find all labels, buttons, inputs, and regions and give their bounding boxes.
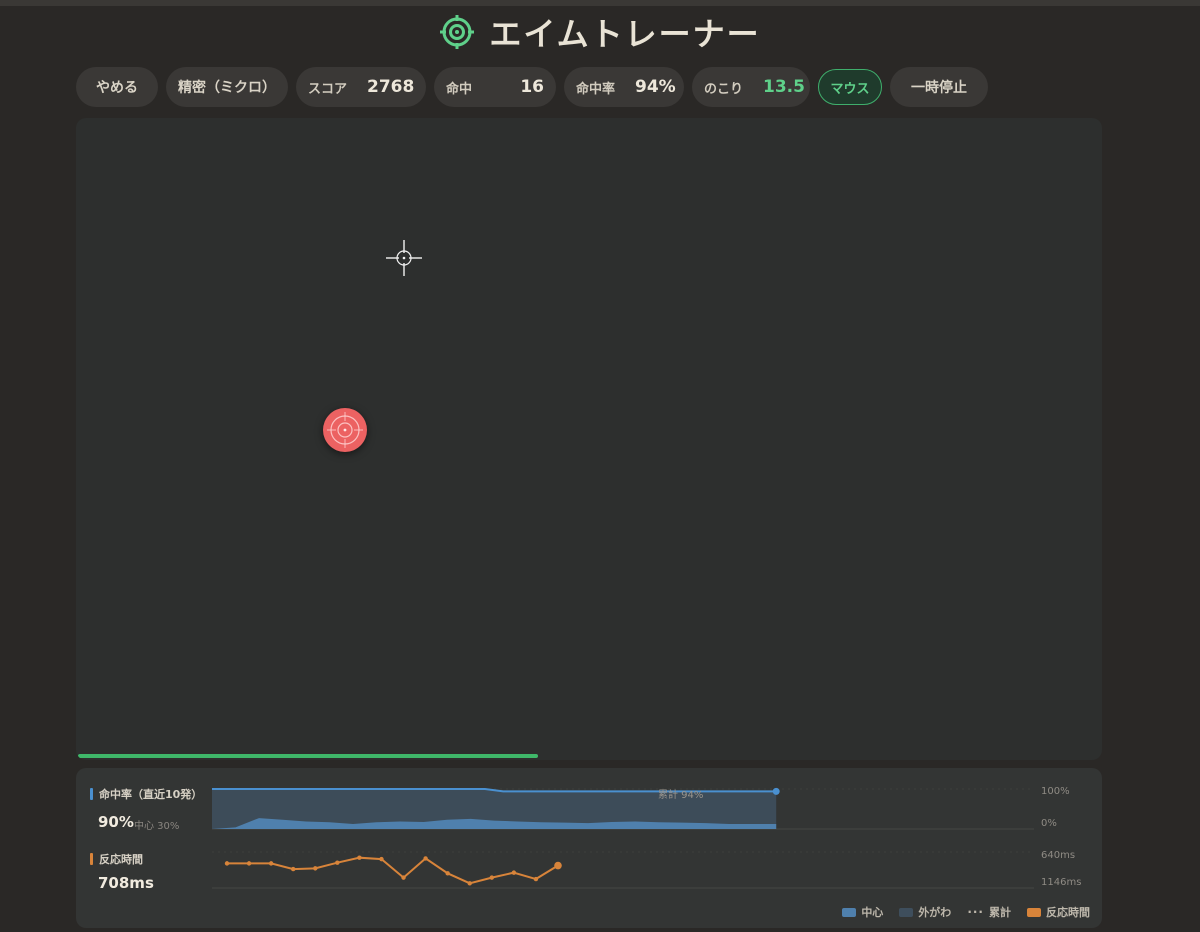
reaction-time-point xyxy=(357,855,362,860)
legend-reaction-swatch xyxy=(1027,907,1041,917)
reaction-time-point xyxy=(554,861,562,870)
crosshair-icon xyxy=(386,240,422,276)
round-progress-bar xyxy=(76,754,1102,758)
accuracy-axis-bottom: 0% xyxy=(1041,818,1057,829)
hits-display: 命中 16 xyxy=(434,67,556,107)
window-top-edge xyxy=(0,0,1200,6)
recent-reaction-value: 708ms xyxy=(98,874,154,892)
reaction-time-point xyxy=(489,875,494,880)
legend-outer-swatch xyxy=(899,907,914,917)
reaction-time-point xyxy=(423,856,428,861)
reaction-time-point xyxy=(533,876,539,882)
legend-center-swatch xyxy=(842,907,857,917)
legend-center-label: 中心 xyxy=(861,906,884,919)
accuracy-chart-label: 命中率（直近10発） xyxy=(99,788,203,801)
reaction-time-point xyxy=(246,861,252,866)
center-hit-rate: 中心 30% xyxy=(134,821,180,832)
time-remaining-label: のこり xyxy=(704,81,744,97)
legend-cumulative-label: 累計 xyxy=(989,906,1011,919)
legend-outer-label: 外がわ xyxy=(918,906,952,919)
legend-outer: 外がわ xyxy=(899,904,951,920)
reaction-axis-top: 640ms xyxy=(1041,850,1076,861)
toolbar: やめる 精密（ミクロ） スコア 2768 命中 16 命中率 94% のこり 1… xyxy=(76,67,988,107)
cumulative-accuracy-endpoint xyxy=(772,787,780,795)
input-mode-toggle[interactable]: マウス xyxy=(818,69,882,105)
hits-value: 16 xyxy=(520,77,544,97)
accuracy-value: 94% xyxy=(635,77,676,97)
legend-cumulative-swatch: ··· xyxy=(967,905,984,919)
stats-panel: 命中率（直近10発） 90% 中心 30% 反応時間 708ms 累計 94% … xyxy=(76,768,1102,928)
round-progress-fill xyxy=(78,754,538,758)
chart-legend: 中心 外がわ ··· 累計 反応時間 xyxy=(842,904,1090,920)
app-header: エイムトレーナー xyxy=(0,10,1200,54)
cumulative-accuracy-label: 累計 94% xyxy=(658,790,704,801)
reaction-time-point xyxy=(511,870,517,875)
pause-button[interactable]: 一時停止 xyxy=(890,67,988,107)
legend-cumulative: ··· 累計 xyxy=(967,904,1011,920)
mode-selector[interactable]: 精密（ミクロ） xyxy=(166,67,288,107)
reaction-time-point xyxy=(268,861,274,866)
reaction-time-point xyxy=(291,866,296,872)
page-title: エイムトレーナー xyxy=(489,15,761,53)
score-label: スコア xyxy=(308,81,348,97)
accuracy-color-marker xyxy=(90,788,93,800)
legend-reaction-label: 反応時間 xyxy=(1046,906,1090,919)
reaction-chart-label: 反応時間 xyxy=(99,853,143,866)
target-rings-icon xyxy=(327,412,363,448)
reaction-time-line xyxy=(227,856,559,885)
target-icon xyxy=(440,15,475,49)
accuracy-label: 命中率 xyxy=(576,81,616,97)
recent-accuracy-value: 90% xyxy=(98,813,134,831)
time-remaining-value: 13.5 xyxy=(763,77,805,97)
time-remaining-display: のこり 13.5 xyxy=(692,67,810,107)
reaction-time-point xyxy=(335,860,340,865)
quit-button[interactable]: やめる xyxy=(76,67,158,107)
score-display: スコア 2768 xyxy=(296,67,426,107)
hits-label: 命中 xyxy=(446,81,473,97)
accuracy-chart-title: 命中率（直近10発） xyxy=(90,786,202,802)
reaction-time-point xyxy=(401,875,406,880)
legend-reaction: 反応時間 xyxy=(1027,904,1090,920)
reaction-time-point xyxy=(313,866,318,871)
reaction-time-point xyxy=(224,861,230,866)
reaction-time-point xyxy=(379,856,384,862)
reaction-time-point xyxy=(467,881,472,886)
accuracy-display: 命中率 94% xyxy=(564,67,684,107)
target[interactable] xyxy=(323,408,367,452)
reaction-axis-bottom: 1146ms xyxy=(1041,877,1082,888)
reaction-time-point xyxy=(445,871,450,876)
accuracy-axis-top: 100% xyxy=(1041,786,1070,797)
score-value: 2768 xyxy=(367,77,415,97)
legend-center: 中心 xyxy=(842,904,883,920)
reaction-chart-title: 反応時間 xyxy=(90,851,143,867)
reaction-color-marker xyxy=(90,853,93,865)
play-field[interactable] xyxy=(76,118,1102,760)
